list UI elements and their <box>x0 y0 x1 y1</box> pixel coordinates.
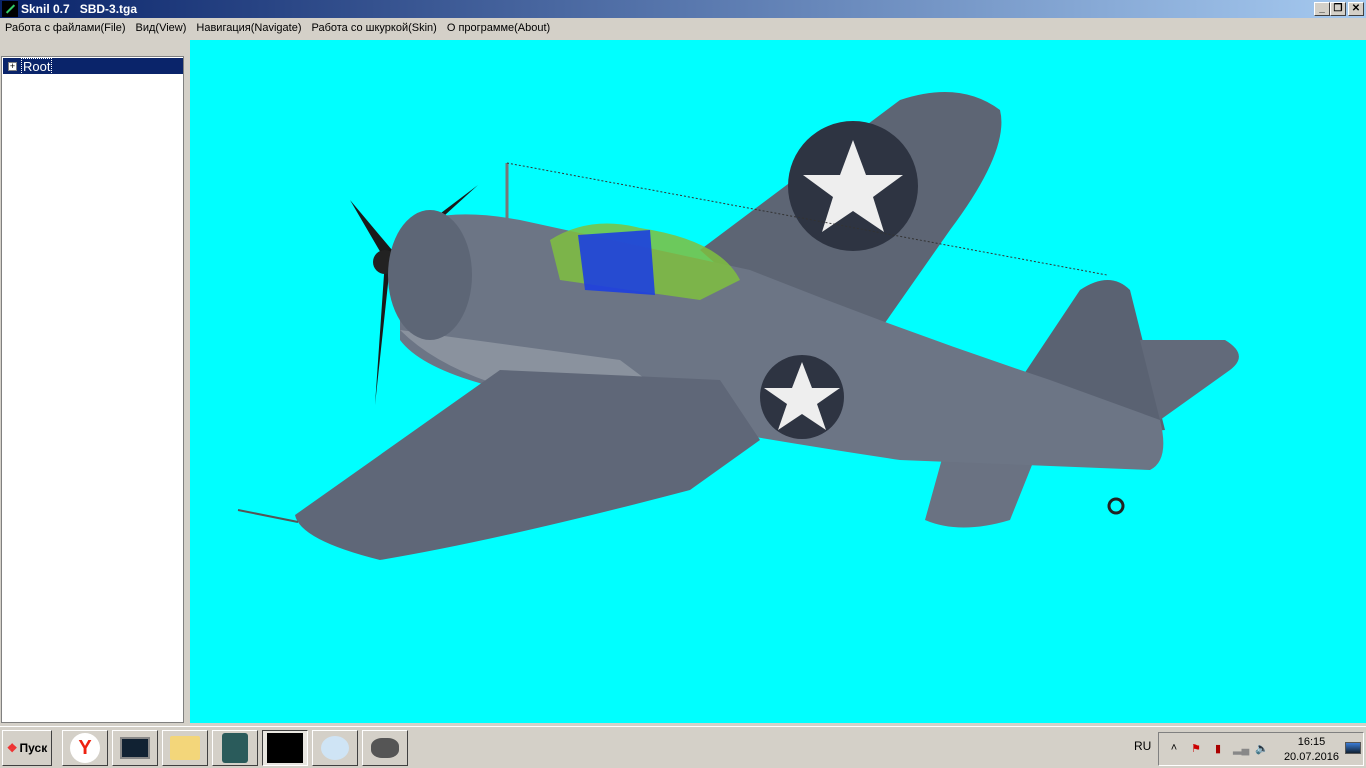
menu-view[interactable]: Вид(View) <box>131 22 192 34</box>
start-button[interactable]: ❖ Пуск <box>2 730 52 766</box>
sknil-icon <box>267 733 303 763</box>
taskbar-yandex-browser[interactable]: Y <box>62 730 108 766</box>
clock[interactable]: 16:15 20.07.2016 <box>1284 735 1339 765</box>
monitor-icon <box>120 737 150 759</box>
tree-view[interactable]: + Root <box>1 56 184 723</box>
tree-header <box>1 40 184 56</box>
menu-file[interactable]: Работа с файлами(File) <box>0 22 131 34</box>
window-title: Sknil 0.7 SBD-3.tga <box>21 2 138 16</box>
gimp-icon <box>371 738 399 758</box>
security-icon <box>222 733 248 763</box>
action-center-flag-icon[interactable]: ⚑ <box>1189 742 1203 756</box>
app-icon <box>2 1 18 17</box>
clock-time: 16:15 <box>1297 736 1326 748</box>
menu-navigate[interactable]: Навигация(Navigate) <box>191 22 306 34</box>
taskbar-gimp[interactable] <box>362 730 408 766</box>
yandex-icon: Y <box>70 733 100 763</box>
tree-node-root[interactable]: + Root <box>3 57 183 75</box>
taskbar-security-app[interactable] <box>212 730 258 766</box>
title-bar: Sknil 0.7 SBD-3.tga _ ❐ ✕ <box>0 0 1366 18</box>
show-hidden-icons-icon[interactable]: ˄ <box>1167 742 1181 756</box>
expand-icon[interactable]: + <box>8 61 17 71</box>
aircraft-model <box>237 92 1239 560</box>
folder-icon <box>170 736 200 760</box>
palette-icon <box>321 736 349 760</box>
3d-viewport[interactable] <box>190 40 1366 723</box>
start-label: Пуск <box>19 741 48 755</box>
taskbar-paint[interactable] <box>312 730 358 766</box>
clock-date: 20.07.2016 <box>1283 751 1339 763</box>
taskbar-explorer[interactable] <box>162 730 208 766</box>
volume-icon[interactable]: 🔈 <box>1255 742 1269 756</box>
menu-bar: Работа с файлами(File) Вид(View) Навигац… <box>0 18 1366 37</box>
maximize-button[interactable]: ❐ <box>1330 2 1346 16</box>
network-signal-icon[interactable]: ▂▄ <box>1233 742 1249 756</box>
power-icon[interactable]: ▮ <box>1211 742 1225 756</box>
language-indicator[interactable]: RU <box>1134 739 1151 753</box>
menu-about[interactable]: О программе(About) <box>442 22 555 34</box>
close-button[interactable]: ✕ <box>1348 2 1364 16</box>
system-tray: ˄ ⚑ ▮ ▂▄ 🔈 16:15 20.07.2016 <box>1158 732 1364 766</box>
tree-node-label: Root <box>21 57 53 75</box>
taskbar-resource-monitor[interactable] <box>112 730 158 766</box>
windows-logo-icon: ❖ <box>6 741 18 755</box>
minimize-button[interactable]: _ <box>1314 2 1330 16</box>
taskbar-sknil[interactable] <box>262 730 308 766</box>
taskbar: ❖ Пуск Y RU ˄ ⚑ ▮ ▂▄ 🔈 16:15 20.07.2016 <box>0 726 1366 768</box>
show-desktop-button[interactable] <box>1345 742 1361 754</box>
menu-skin[interactable]: Работа со шкуркой(Skin) <box>307 22 442 34</box>
